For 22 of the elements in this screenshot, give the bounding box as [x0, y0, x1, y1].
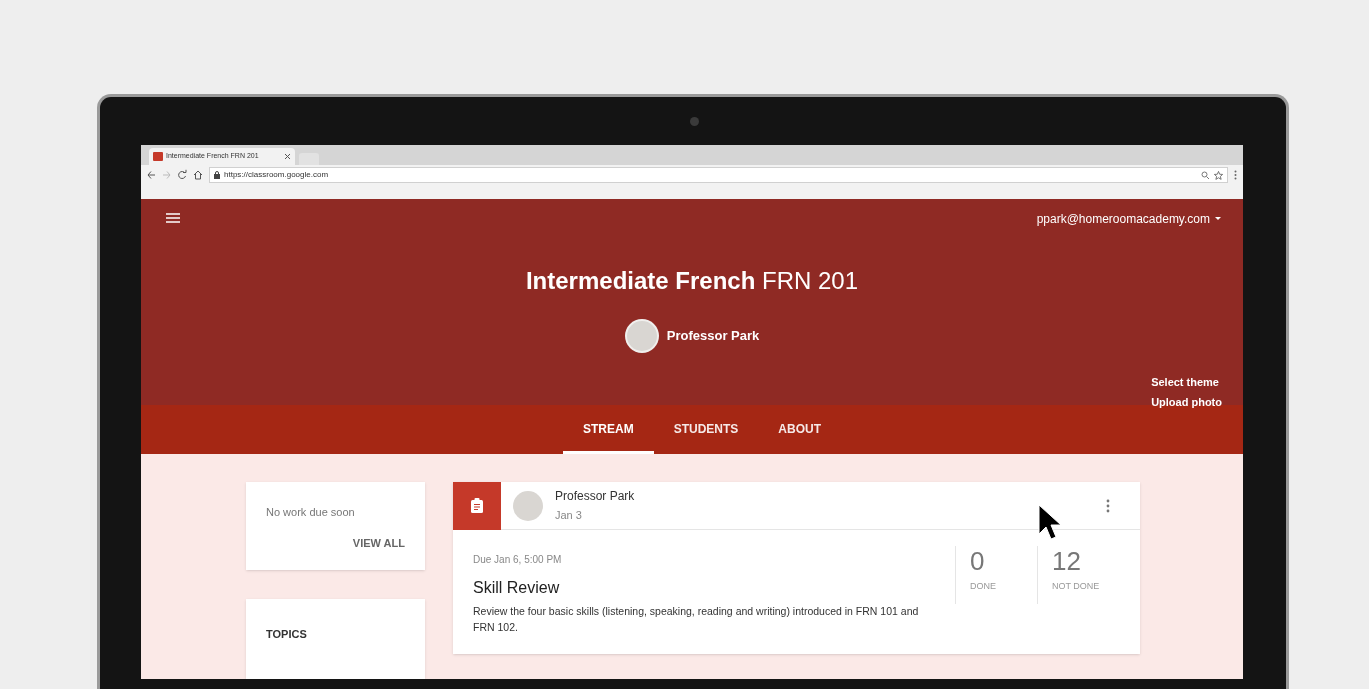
nav-tab[interactable]: STREAM [563, 404, 654, 454]
url-text: https://classroom.google.com [224, 169, 329, 182]
nav-tab[interactable]: STUDENTS [653, 404, 759, 454]
post-date: Jan 3 [555, 508, 583, 524]
due-date: Due Jan 6, 5:00 PM [473, 553, 563, 567]
author-name: Professor Park [555, 488, 635, 506]
upcoming-message: No work due soon [266, 505, 356, 520]
class-title: Intermediate French FRN 201 [525, 266, 859, 297]
nav-tab[interactable]: ABOUT [758, 404, 841, 454]
stat-value: 12 [1052, 546, 1082, 576]
address-bar[interactable]: https://classroom.google.com [209, 167, 1228, 184]
stat-label: DONE [970, 580, 997, 593]
banner-link[interactable]: Select theme [1151, 374, 1219, 391]
assignment-title: Skill Review [473, 578, 561, 598]
banner-link[interactable]: Upload photo [1151, 393, 1222, 411]
topics-heading: TOPICS [266, 628, 307, 640]
stat-label: NOT DONE [1052, 580, 1101, 593]
stat-value: 0 [970, 546, 986, 576]
account-menu[interactable]: ppark@homeroomacademy.com [1036, 210, 1221, 229]
view-all-link[interactable]: VIEW ALL [352, 534, 405, 551]
teacher-name: Professor Park [666, 327, 760, 346]
assignment-description: Review the four basic skills (listening, speaking, reading and writing) introduced in FRN 101 and FRN 102. [473, 604, 920, 635]
